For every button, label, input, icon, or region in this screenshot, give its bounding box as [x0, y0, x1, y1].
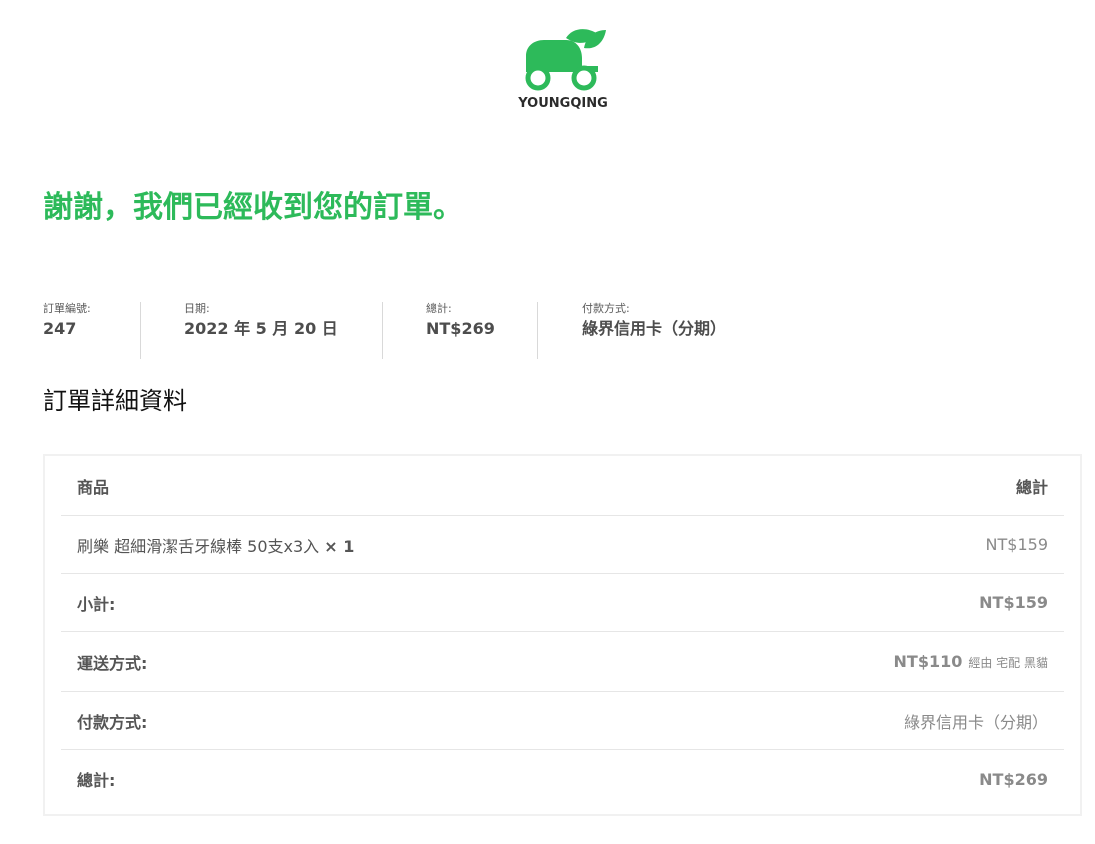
order-total-label: 總計: — [426, 302, 452, 315]
payment-method-label: 付款方式: — [582, 302, 630, 315]
header-total: 總計 — [1015, 477, 1048, 497]
line-item: 刷樂 超細滑潔舌牙線棒 50支x3入 × 1 — [77, 533, 354, 557]
order-details-title: 訂單詳細資料 — [43, 387, 187, 415]
product-link[interactable]: 刷樂 超細滑潔舌牙線棒 50支x3入 — [77, 537, 319, 556]
order-details-table: 商品 總計 刷樂 超細滑潔舌牙線棒 50支x3入 × 1 NT$159 小計: … — [43, 454, 1082, 816]
brand-name: YOUNGQING — [518, 96, 608, 111]
payment-label: 付款方式: — [77, 712, 148, 732]
total-row: 總計: NT$269 — [61, 750, 1064, 808]
order-number-value: 247 — [43, 319, 77, 338]
brand-logo: YOUNGQING — [515, 28, 611, 111]
shipping-row: 運送方式: NT$110 經由 宅配 黑貓 — [61, 632, 1064, 692]
payment-value: 綠界信用卡（分期） — [903, 712, 1048, 732]
product-quantity: × 1 — [324, 536, 355, 556]
payment-row: 付款方式: 綠界信用卡（分期） — [61, 692, 1064, 750]
table-header-row: 商品 總計 — [61, 456, 1064, 516]
order-total-value: NT$269 — [426, 319, 495, 338]
order-number-block: 訂單編號: 247 — [43, 302, 141, 359]
product-price: NT$159 — [985, 535, 1048, 554]
order-total-block: 總計: NT$269 — [383, 302, 538, 359]
total-label: 總計: — [77, 771, 116, 790]
header-product: 商品 — [77, 477, 110, 497]
order-overview: 訂單編號: 247 日期: 2022 年 5 月 20 日 總計: NT$269… — [43, 302, 798, 359]
order-date-label: 日期: — [184, 302, 210, 315]
total-value: NT$269 — [979, 769, 1048, 789]
delivery-truck-leaf-icon — [525, 29, 606, 91]
shipping-value: NT$110 經由 宅配 黑貓 — [894, 652, 1048, 671]
thank-you-heading: 謝謝，我們已經收到您的訂單。 — [43, 190, 463, 225]
order-date-value: 2022 年 5 月 20 日 — [184, 319, 338, 338]
shipping-method: 經由 宅配 黑貓 — [968, 656, 1048, 670]
order-number-label: 訂單編號: — [43, 302, 91, 315]
order-date-block: 日期: 2022 年 5 月 20 日 — [141, 302, 383, 359]
shipping-label: 運送方式: — [77, 653, 148, 673]
subtotal-value: NT$159 — [979, 593, 1048, 612]
subtotal-row: 小計: NT$159 — [61, 574, 1064, 632]
subtotal-label: 小計: — [77, 594, 116, 614]
shipping-price: NT$110 — [893, 652, 963, 671]
table-row: 刷樂 超細滑潔舌牙線棒 50支x3入 × 1 NT$159 — [61, 516, 1064, 574]
payment-method-value: 綠界信用卡（分期） — [582, 319, 727, 338]
payment-method-block: 付款方式: 綠界信用卡（分期） — [538, 302, 798, 359]
